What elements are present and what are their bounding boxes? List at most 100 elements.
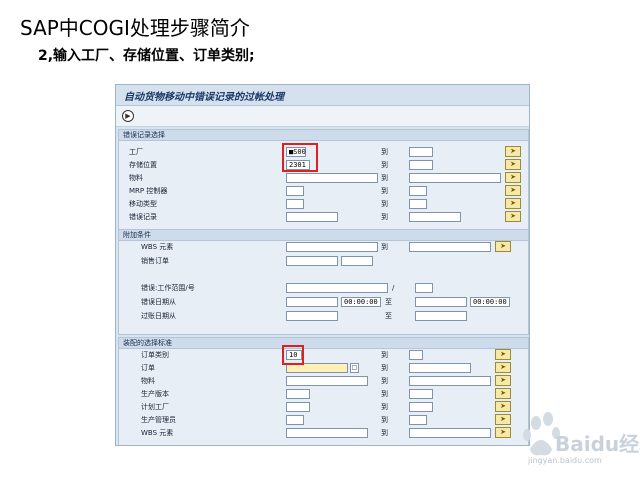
production-version-from-input[interactable]	[286, 389, 310, 399]
planning-plant-to-input[interactable]	[409, 402, 433, 412]
group-additional-conditions: 附加条件 WBS 元素 到 ➤ 销售订单 错误:工作范围/号 / 错误日期从 0…	[118, 229, 529, 335]
to-short-label: 至	[385, 312, 392, 320]
wbs-element-label: WBS 元素	[141, 429, 174, 437]
error-work-center-label: 错误:工作范围/号	[141, 284, 195, 292]
storage-location-to-input[interactable]	[409, 160, 433, 170]
error-time-to-input[interactable]: 00:00:00	[470, 297, 510, 307]
to-label: 到	[381, 377, 388, 385]
error-date-to-input[interactable]	[415, 297, 467, 307]
highlight-plant-storage-box	[282, 143, 318, 172]
multiple-selection-button[interactable]: ➤	[505, 159, 521, 170]
to-label: 到	[381, 200, 388, 208]
sales-order-item-input[interactable]	[341, 256, 373, 266]
production-version-label: 生产版本	[141, 390, 169, 398]
to-label: 到	[381, 187, 388, 195]
planning-plant-label: 计划工厂	[141, 403, 169, 411]
posting-date-from-input[interactable]	[286, 311, 338, 321]
group-title: 装配的选择标准	[119, 338, 528, 349]
planning-plant-from-input[interactable]	[286, 402, 310, 412]
production-supervisor-label: 生产管理员	[141, 416, 176, 424]
highlight-order-category-box	[282, 345, 304, 365]
production-version-to-input[interactable]	[409, 389, 433, 399]
order-category-label: 订单类别	[141, 351, 169, 359]
material-label: 物料	[141, 377, 155, 385]
multiple-selection-button[interactable]: ➤	[505, 172, 521, 183]
order-to-input[interactable]	[409, 363, 471, 373]
error-work-center-input[interactable]	[286, 283, 388, 293]
error-date-label: 错误日期从	[141, 298, 176, 306]
multiple-selection-button[interactable]: ➤	[495, 375, 511, 386]
wbs-element-label: WBS 元素	[141, 243, 174, 251]
multiple-selection-button[interactable]: ➤	[495, 414, 511, 425]
multiple-selection-button[interactable]: ➤	[505, 185, 521, 196]
to-label: 到	[381, 213, 388, 221]
movement-type-to-input[interactable]	[409, 199, 427, 209]
plant-label: 工厂	[129, 148, 143, 156]
material-to-input[interactable]	[409, 173, 501, 183]
clock-execute-icon[interactable]: ▶	[122, 110, 134, 122]
multiple-selection-button[interactable]: ➤	[495, 388, 511, 399]
order-category-to-input[interactable]	[409, 350, 423, 360]
to-label: 到	[381, 403, 388, 411]
window-title: 自动货物移动中错误记录的过帐处理	[124, 92, 284, 103]
mrp-controller-to-input[interactable]	[409, 186, 427, 196]
multiple-selection-button[interactable]: ➤	[495, 427, 511, 438]
to-label: 到	[381, 161, 388, 169]
material-from-input[interactable]	[286, 173, 378, 183]
multiple-selection-button[interactable]: ➤	[495, 362, 511, 373]
wbs-element-from-input[interactable]	[286, 428, 368, 438]
error-record-to-input[interactable]	[409, 212, 461, 222]
multiple-selection-button[interactable]: ➤	[495, 401, 511, 412]
watermark-url: jingyan.baidu.com	[528, 456, 602, 465]
production-supervisor-from-input[interactable]	[286, 415, 304, 425]
mrp-controller-from-input[interactable]	[286, 186, 304, 196]
to-label: 到	[381, 148, 388, 156]
group-error-record-selection: 错误记录选择 工厂 ■S00 到 ➤ 存储位置 2301 到 ➤ 物料 到 ➤ …	[118, 129, 529, 231]
search-help-icon[interactable]: □	[350, 363, 359, 373]
multiple-selection-button[interactable]: ➤	[495, 241, 511, 252]
wbs-element-to-input[interactable]	[409, 242, 491, 252]
posting-date-label: 过账日期从	[141, 312, 176, 320]
wbs-element-to-input[interactable]	[409, 428, 491, 438]
multiple-selection-button[interactable]: ➤	[505, 211, 521, 222]
wbs-element-from-input[interactable]	[286, 242, 378, 252]
sales-order-input[interactable]	[286, 256, 338, 266]
slide-subtitle: 2,输入工厂、存储位置、订单类别;	[38, 48, 255, 64]
production-supervisor-to-input[interactable]	[409, 415, 427, 425]
mrp-controller-label: MRP 控制器	[129, 187, 168, 195]
to-label: 到	[381, 243, 388, 251]
to-short-label: 至	[385, 298, 392, 306]
window-title-bar: 自动货物移动中错误记录的过帐处理	[116, 85, 529, 106]
to-label: 到	[381, 351, 388, 359]
plant-to-input[interactable]	[409, 147, 433, 157]
multiple-selection-button[interactable]: ➤	[495, 349, 511, 360]
error-record-label: 错误记录	[129, 213, 157, 221]
material-from-input[interactable]	[286, 376, 368, 386]
to-label: 到	[381, 416, 388, 424]
group-title: 附加条件	[119, 230, 528, 241]
multiple-selection-button[interactable]: ➤	[505, 146, 521, 157]
sales-order-label: 销售订单	[141, 257, 169, 265]
watermark-brand: Baidu经验	[555, 432, 640, 456]
error-number-input[interactable]	[415, 283, 433, 293]
posting-date-to-input[interactable]	[415, 311, 467, 321]
slide-title: SAP中COGI处理步骤简介	[20, 16, 250, 40]
to-label: 到	[381, 364, 388, 372]
material-label: 物料	[129, 174, 143, 182]
error-date-from-input[interactable]	[286, 297, 338, 307]
to-label: 到	[381, 174, 388, 182]
storage-location-label: 存储位置	[129, 161, 157, 169]
multiple-selection-button[interactable]: ➤	[505, 198, 521, 209]
to-label: 到	[381, 390, 388, 398]
slash-label: /	[392, 284, 395, 292]
error-record-from-input[interactable]	[286, 212, 338, 222]
group-title: 错误记录选择	[119, 130, 528, 141]
to-label: 到	[381, 429, 388, 437]
error-time-from-input[interactable]: 00:00:00	[341, 297, 381, 307]
material-to-input[interactable]	[409, 376, 491, 386]
movement-type-from-input[interactable]	[286, 199, 304, 209]
order-label: 订单	[141, 364, 155, 372]
sap-window: 自动货物移动中错误记录的过帐处理 ▶ 错误记录选择 工厂 ■S00 到 ➤ 存储…	[115, 84, 530, 446]
movement-type-label: 移动类型	[129, 200, 157, 208]
toolbar: ▶	[116, 106, 529, 127]
